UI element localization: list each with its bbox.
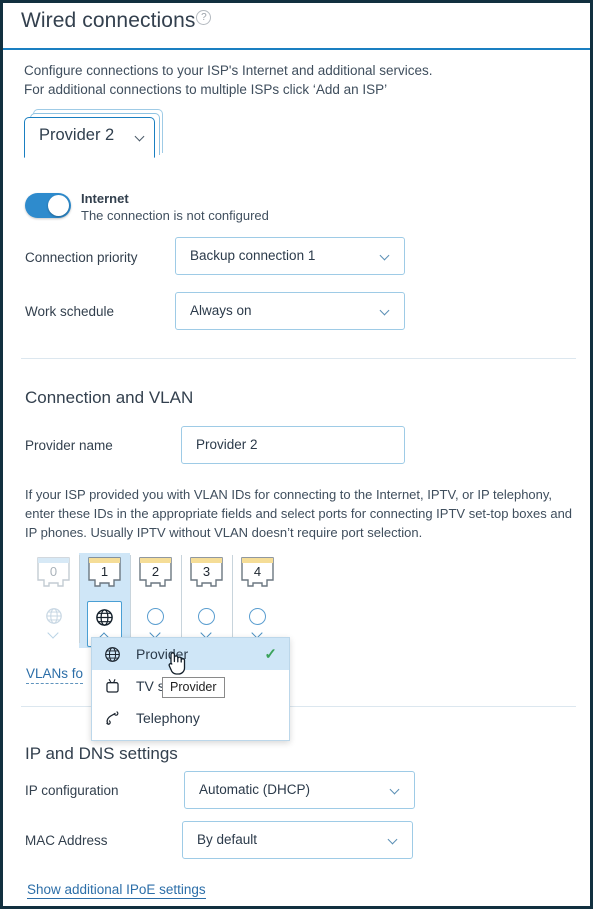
menu-item-provider-label: Provider: [136, 646, 189, 662]
port-2[interactable]: 2: [130, 553, 181, 648]
chevron-down-icon: [46, 627, 60, 639]
internet-toggle-text: Internet The connection is not configure…: [81, 191, 269, 224]
work-schedule-select[interactable]: Always on: [175, 292, 405, 330]
empty-circle-icon: [139, 605, 172, 627]
tab-provider-2-label: Provider 2: [39, 126, 115, 144]
work-schedule-label: Work schedule: [25, 304, 115, 319]
empty-circle-icon: [241, 605, 274, 627]
check-icon: ✓: [264, 646, 277, 663]
mac-address-label: MAC Address: [25, 833, 108, 848]
port-divider: [181, 555, 182, 643]
port-0-number: 0: [50, 564, 57, 579]
ethernet-jack-icon: 3: [189, 556, 224, 596]
menu-item-telephony-label: Telephony: [136, 710, 200, 726]
intro-text: Configure connections to your ISP's Inte…: [24, 61, 564, 99]
port-divider: [79, 555, 80, 643]
port-0-control[interactable]: [37, 601, 70, 645]
vlans-link[interactable]: VLANs fo: [26, 666, 84, 684]
phone-icon: [104, 710, 128, 727]
port-4-number: 4: [254, 564, 261, 579]
connection-priority-value: Backup connection 1: [190, 248, 316, 263]
port-divider: [232, 555, 233, 643]
work-schedule-value: Always on: [190, 303, 252, 318]
page-title: Wired connections?: [21, 9, 212, 33]
vlan-description: If your ISP provided you with VLAN IDs f…: [25, 487, 573, 540]
globe-icon: [88, 606, 121, 628]
port-0[interactable]: 0: [28, 553, 79, 648]
provider-name-label: Provider name: [25, 438, 113, 453]
mac-address-value: By default: [197, 832, 258, 847]
page-title-text: Wired connections: [21, 9, 196, 32]
chevron-down-icon: [379, 250, 390, 261]
chevron-down-icon: [379, 305, 390, 316]
chevron-down-icon[interactable]: [134, 131, 145, 142]
provider-name-input[interactable]: Provider 2: [181, 426, 405, 464]
menu-item-provider[interactable]: Provider ✓: [92, 638, 289, 670]
tv-icon: [104, 678, 128, 695]
section-divider-1: [21, 358, 576, 359]
port-1-number: 1: [101, 564, 108, 579]
mac-address-select[interactable]: By default: [182, 821, 413, 859]
port-2-number: 2: [152, 564, 159, 579]
menu-item-telephony[interactable]: Telephony: [92, 702, 289, 734]
tab-provider-2[interactable]: Provider 2: [24, 117, 155, 158]
ethernet-jack-icon: 2: [138, 556, 173, 596]
chevron-down-icon: [387, 834, 398, 845]
show-additional-ipoe-settings-link[interactable]: Show additional IPoE settings: [27, 882, 206, 899]
intro-line-2: For additional connections to multiple I…: [24, 82, 388, 97]
window-content: Wired connections? Configure connections…: [3, 3, 590, 906]
internet-label: Internet: [81, 191, 129, 206]
port-3-number: 3: [203, 564, 210, 579]
ip-configuration-label: IP configuration: [25, 783, 119, 798]
menu-item-tv-label: TV s: [136, 678, 165, 694]
connection-priority-select[interactable]: Backup connection 1: [175, 237, 405, 275]
port-3[interactable]: 3: [181, 553, 232, 648]
globe-icon: [37, 605, 70, 627]
intro-line-1: Configure connections to your ISP's Inte…: [24, 63, 433, 78]
toggle-knob: [48, 195, 69, 216]
globe-icon: [104, 646, 128, 663]
provider-name-value: Provider 2: [196, 437, 258, 452]
wired-connections-window: Wired connections? Configure connections…: [0, 0, 593, 909]
port-divider: [130, 555, 131, 643]
connection-vlan-title: Connection and VLAN: [25, 388, 194, 407]
internet-toggle[interactable]: [25, 193, 71, 218]
internet-status: The connection is not configured: [81, 208, 269, 223]
question-mark-icon[interactable]: ?: [196, 10, 212, 25]
empty-circle-icon: [190, 605, 223, 627]
connection-priority-label: Connection priority: [25, 250, 138, 265]
ethernet-jack-icon: 1: [87, 556, 122, 596]
port-4[interactable]: 4: [232, 553, 283, 648]
tooltip-text: Provider: [170, 680, 217, 694]
ip-configuration-select[interactable]: Automatic (DHCP): [184, 771, 415, 809]
ip-configuration-value: Automatic (DHCP): [199, 782, 311, 797]
port-1[interactable]: 1: [79, 553, 130, 648]
tooltip: Provider: [162, 677, 225, 698]
chevron-down-icon: [389, 784, 400, 795]
ip-dns-title: IP and DNS settings: [25, 744, 178, 763]
tab-underline: [3, 48, 590, 50]
ethernet-jack-icon: 0: [36, 556, 71, 596]
ethernet-jack-icon: 4: [240, 556, 275, 596]
